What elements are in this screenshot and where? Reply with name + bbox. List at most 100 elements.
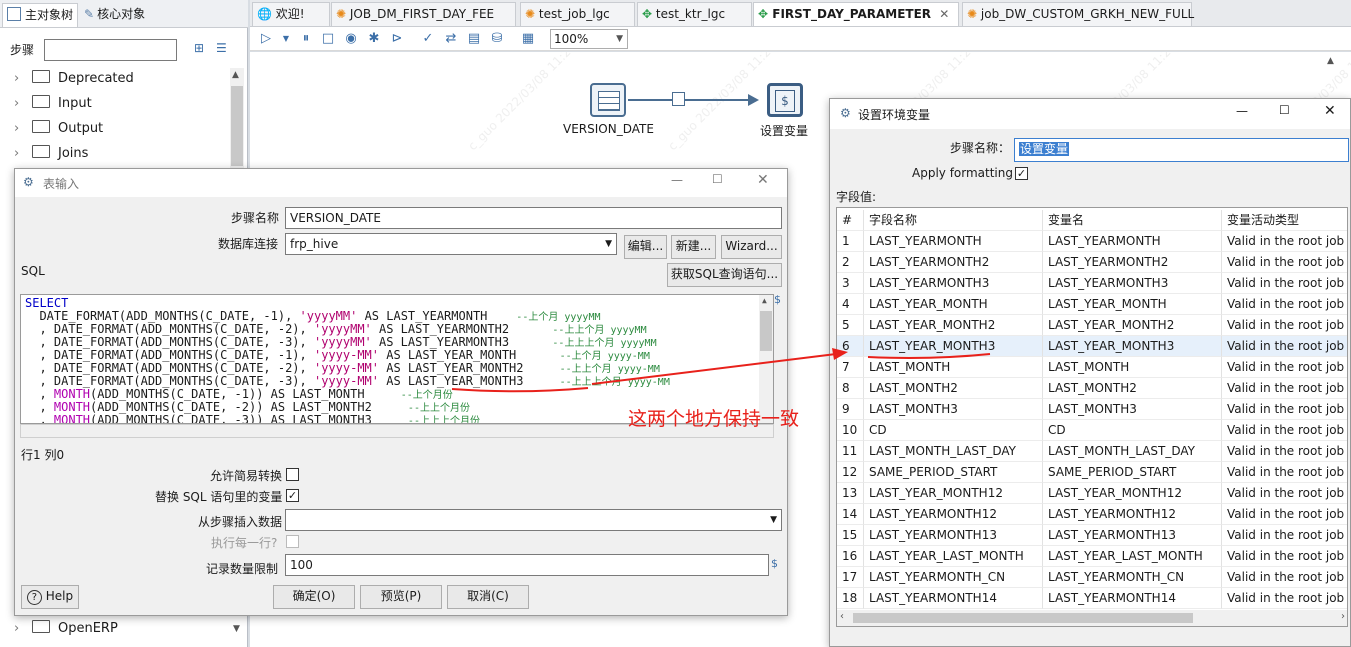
apply-formatting-checkbox[interactable]: ✓ — [1015, 167, 1028, 180]
tab-test-ktr-lgc[interactable]: ✥ test_ktr_lgc — [637, 2, 752, 26]
cell-index[interactable]: 13 — [837, 483, 864, 504]
preview-eye-icon[interactable]: ◉ — [343, 31, 359, 47]
cell-field-name[interactable]: LAST_YEAR_MONTH — [864, 294, 1043, 315]
table-row[interactable]: 6 LAST_YEAR_MONTH3 LAST_YEAR_MONTH3 Valid i… — [837, 336, 1347, 357]
step-node-set-variables[interactable]: $ — [767, 83, 803, 117]
help-button[interactable]: ? Help — [21, 585, 79, 609]
cell-variable-scope[interactable]: Valid in the root job — [1222, 420, 1347, 441]
cell-variable-name[interactable]: LAST_YEARMONTH_CN — [1043, 567, 1222, 588]
table-row[interactable]: 8 LAST_MONTH2 LAST_MONTH2 Valid in the root… — [837, 378, 1347, 399]
step-name-input[interactable]: VERSION_DATE — [285, 207, 782, 229]
preview-button[interactable]: 预览(P) — [360, 585, 442, 609]
tree-item-openerp[interactable]: › OpenERP — [14, 618, 118, 640]
tree-item-joins[interactable]: › Joins — [14, 143, 88, 165]
ok-button[interactable]: 确定(O) — [273, 585, 355, 609]
table-hscroll[interactable]: ‹ › — [837, 610, 1347, 626]
cell-index[interactable]: 16 — [837, 546, 864, 567]
table-row[interactable]: 4 LAST_YEAR_MONTH LAST_YEAR_MONTH Valid in … — [837, 294, 1347, 315]
cell-field-name[interactable]: LAST_YEARMONTH_CN — [864, 567, 1043, 588]
table-row[interactable]: 13 LAST_YEAR_MONTH12 LAST_YEAR_MONTH12 Vali… — [837, 483, 1347, 504]
cell-variable-name[interactable]: LAST_YEAR_MONTH3 — [1043, 336, 1222, 357]
cell-field-name[interactable]: CD — [864, 420, 1043, 441]
cell-index[interactable]: 11 — [837, 441, 864, 462]
table-row[interactable]: 9 LAST_MONTH3 LAST_MONTH3 Valid in the root… — [837, 399, 1347, 420]
column-header-field-name[interactable]: 字段名称 — [864, 210, 1043, 231]
results-icon[interactable]: ▦ — [520, 31, 536, 47]
cell-field-name[interactable]: LAST_YEARMONTH3 — [864, 273, 1043, 294]
cell-variable-scope[interactable]: Valid in the root job — [1222, 525, 1347, 546]
cell-variable-scope[interactable]: Valid in the root job — [1222, 357, 1347, 378]
cell-field-name[interactable]: LAST_YEARMONTH13 — [864, 525, 1043, 546]
close-icon[interactable]: ✕ — [757, 172, 769, 188]
tab-welcome[interactable]: 🌐 欢迎! — [252, 2, 330, 26]
tab-core-objects[interactable]: ✎ 核心对象 — [80, 3, 162, 27]
cell-index[interactable]: 6 — [837, 336, 864, 357]
cell-variable-name[interactable]: LAST_YEAR_MONTH12 — [1043, 483, 1222, 504]
table-row[interactable]: 14 LAST_YEARMONTH12 LAST_YEARMONTH12 Valid … — [837, 504, 1347, 525]
cell-variable-name[interactable]: LAST_YEARMONTH — [1043, 231, 1222, 252]
table-row[interactable]: 5 LAST_YEAR_MONTH2 LAST_YEAR_MONTH2 Valid i… — [837, 315, 1347, 336]
tree-item-output[interactable]: › Output — [14, 118, 103, 140]
db-connection-select[interactable]: frp_hive ▼ — [285, 233, 617, 255]
cell-variable-scope[interactable]: Valid in the root job — [1222, 399, 1347, 420]
pause-icon[interactable]: ⏸ — [298, 31, 314, 47]
maximize-icon[interactable]: ☐ — [712, 172, 723, 186]
tab-test-job-lgc[interactable]: ✺ test_job_lgc — [520, 2, 635, 26]
tree-item-input[interactable]: › Input — [14, 93, 92, 115]
cell-index[interactable]: 17 — [837, 567, 864, 588]
cell-index[interactable]: 15 — [837, 525, 864, 546]
expand-all-icon[interactable]: ⊞ — [194, 41, 204, 55]
zoom-select[interactable]: 100% ▼ — [550, 29, 628, 49]
tab-main-tree[interactable]: 主对象树 — [2, 3, 78, 27]
cell-variable-scope[interactable]: Valid in the root job — [1222, 483, 1347, 504]
scroll-down-arrow[interactable]: ▼ — [233, 624, 240, 634]
cell-field-name[interactable]: LAST_YEARMONTH14 — [864, 588, 1043, 609]
table-row[interactable]: 12 SAME_PERIOD_START SAME_PERIOD_START Vali… — [837, 462, 1347, 483]
stop-icon[interactable]: □ — [320, 31, 336, 47]
table-row[interactable]: 1 LAST_YEARMONTH LAST_YEARMONTH Valid in th… — [837, 231, 1347, 252]
minimize-icon[interactable]: — — [1236, 104, 1248, 118]
cell-variable-name[interactable]: LAST_YEAR_MONTH2 — [1043, 315, 1222, 336]
cell-field-name[interactable]: LAST_YEAR_MONTH2 — [864, 315, 1043, 336]
cell-variable-name[interactable]: LAST_MONTH — [1043, 357, 1222, 378]
tab-first-day-parameter[interactable]: ✥ FIRST_DAY_PARAMETER ✕ — [753, 2, 959, 26]
run-dropdown-icon[interactable]: ▼ — [278, 31, 294, 47]
table-row[interactable]: 2 LAST_YEARMONTH2 LAST_YEARMONTH2 Valid in … — [837, 252, 1347, 273]
column-header-index[interactable]: # — [837, 210, 864, 231]
cell-variable-scope[interactable]: Valid in the root job — [1222, 336, 1347, 357]
cell-index[interactable]: 4 — [837, 294, 864, 315]
table-row[interactable]: 7 LAST_MONTH LAST_MONTH Valid in the root j… — [837, 357, 1347, 378]
lazy-conversion-checkbox[interactable] — [286, 468, 299, 481]
cell-variable-scope[interactable]: Valid in the root job — [1222, 588, 1347, 609]
verify-icon[interactable]: ✓ — [420, 31, 436, 47]
tree-scrollbar[interactable]: ▲ — [230, 68, 244, 168]
debug-icon[interactable]: ✱ — [366, 31, 382, 47]
cell-variable-scope[interactable]: Valid in the root job — [1222, 231, 1347, 252]
cell-variable-name[interactable]: LAST_MONTH2 — [1043, 378, 1222, 399]
cancel-button[interactable]: 取消(C) — [447, 585, 529, 609]
cell-field-name[interactable]: LAST_YEARMONTH12 — [864, 504, 1043, 525]
step-node-version-date[interactable] — [590, 83, 626, 117]
sql-icon[interactable]: ▤ — [466, 31, 482, 47]
cell-index[interactable]: 3 — [837, 273, 864, 294]
cell-field-name[interactable]: LAST_YEAR_MONTH12 — [864, 483, 1043, 504]
cell-variable-scope[interactable]: Valid in the root job — [1222, 294, 1347, 315]
new-connection-button[interactable]: 新建... — [671, 235, 716, 259]
cell-variable-name[interactable]: LAST_MONTH3 — [1043, 399, 1222, 420]
cell-variable-scope[interactable]: Valid in the root job — [1222, 462, 1347, 483]
cell-variable-name[interactable]: LAST_YEAR_LAST_MONTH — [1043, 546, 1222, 567]
table-row[interactable]: 16 LAST_YEAR_LAST_MONTH LAST_YEAR_LAST_MON… — [837, 546, 1347, 567]
cell-field-name[interactable]: LAST_YEAR_LAST_MONTH — [864, 546, 1043, 567]
canvas-scrollbar-v[interactable]: ▲ — [1327, 52, 1342, 72]
cell-index[interactable]: 5 — [837, 315, 864, 336]
impact-icon[interactable]: ⇄ — [443, 31, 459, 47]
cell-variable-name[interactable]: CD — [1043, 420, 1222, 441]
cell-variable-name[interactable]: LAST_YEARMONTH3 — [1043, 273, 1222, 294]
cell-index[interactable]: 9 — [837, 399, 864, 420]
run-icon[interactable]: ▷ — [258, 31, 274, 47]
table-row[interactable]: 11 LAST_MONTH_LAST_DAY LAST_MONTH_LAST_DAY… — [837, 441, 1347, 462]
step-name-input[interactable]: 设置变量 — [1014, 138, 1349, 162]
cell-variable-name[interactable]: LAST_YEARMONTH12 — [1043, 504, 1222, 525]
wizard-button[interactable]: Wizard... — [721, 235, 782, 259]
cell-variable-scope[interactable]: Valid in the root job — [1222, 273, 1347, 294]
